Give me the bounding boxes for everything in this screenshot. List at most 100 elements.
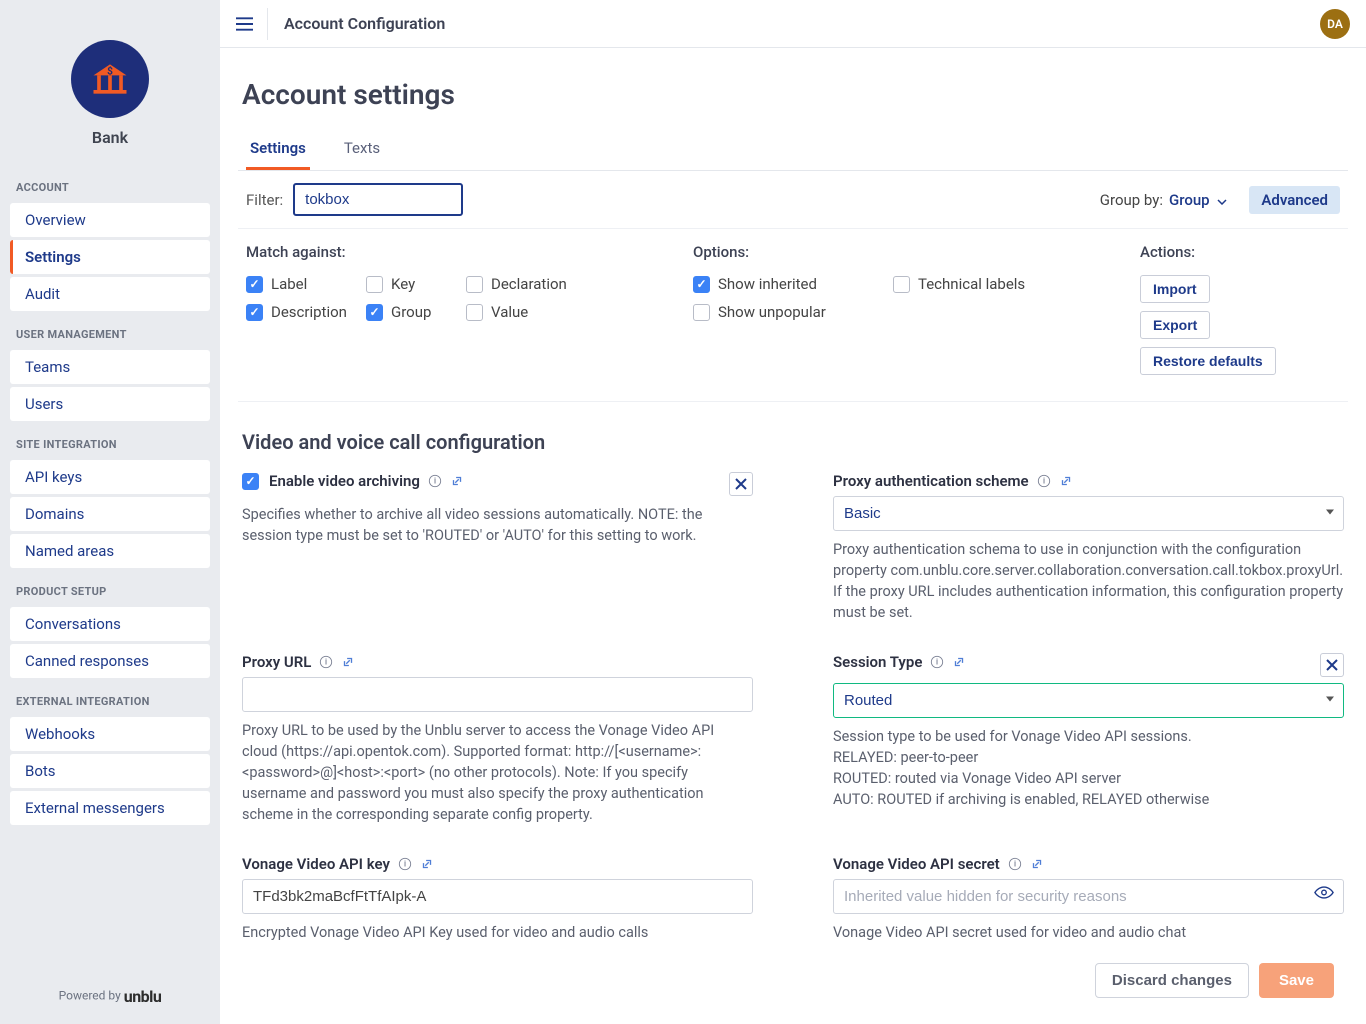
nav-group-productsetup: PRODUCT SETUP: [0, 571, 220, 604]
cb-label[interactable]: Label: [246, 275, 366, 293]
clear-button[interactable]: [729, 472, 753, 496]
options-heading: Options:: [693, 243, 1140, 261]
api-secret-input[interactable]: [833, 879, 1344, 914]
sidebar-item-conversations[interactable]: Conversations: [10, 607, 210, 641]
sidebar-item-bots[interactable]: Bots: [10, 754, 210, 788]
unblu-logo: unblu: [124, 987, 162, 1006]
sidebar-item-overview[interactable]: Overview: [10, 203, 210, 237]
setting-desc: Encrypted Vonage Video API Key used for …: [242, 922, 753, 943]
page-title: Account settings: [242, 78, 1348, 111]
save-button[interactable]: Save: [1259, 963, 1334, 998]
checkbox-icon[interactable]: [242, 473, 259, 490]
setting-label: Vonage Video API secret: [833, 855, 1000, 873]
menu-toggle[interactable]: [236, 8, 268, 40]
sidebar-item-audit[interactable]: Audit: [10, 277, 210, 311]
setting-proxy-url: Proxy URL i Proxy URL to be used by the …: [242, 653, 753, 825]
setting-label: Session Type: [833, 653, 922, 671]
settings-grid: Enable video archiving i Specifies wheth…: [238, 472, 1348, 943]
actions-heading: Actions:: [1140, 243, 1340, 261]
link-icon[interactable]: [1059, 474, 1073, 488]
tab-settings[interactable]: Settings: [246, 129, 310, 170]
tab-texts[interactable]: Texts: [340, 129, 384, 170]
svg-text:i: i: [936, 658, 938, 667]
cb-declaration[interactable]: Declaration: [466, 275, 606, 293]
checkbox-icon: [246, 276, 263, 293]
sidebar-item-domains[interactable]: Domains: [10, 497, 210, 531]
link-icon[interactable]: [1030, 857, 1044, 871]
sidebar-footer: Powered by unblu: [0, 973, 220, 1024]
link-icon[interactable]: [341, 655, 355, 669]
match-heading: Match against:: [246, 243, 693, 261]
filter-label: Filter:: [246, 191, 283, 209]
svg-text:i: i: [434, 477, 436, 486]
sidebar-item-namedareas[interactable]: Named areas: [10, 534, 210, 568]
nav-group-usermgmt: USER MANAGEMENT: [0, 314, 220, 347]
cb-technical-labels[interactable]: Technical labels: [893, 275, 1093, 293]
sidebar-item-canned[interactable]: Canned responses: [10, 644, 210, 678]
setting-desc: Proxy authentication schema to use in co…: [833, 539, 1344, 623]
reveal-button[interactable]: [1312, 883, 1336, 904]
cb-key[interactable]: Key: [366, 275, 466, 293]
setting-desc: Proxy URL to be used by the Unblu server…: [242, 720, 753, 825]
sidebar-item-webhooks[interactable]: Webhooks: [10, 717, 210, 751]
info-icon[interactable]: i: [428, 474, 442, 488]
info-icon[interactable]: i: [319, 655, 333, 669]
export-button[interactable]: Export: [1140, 311, 1210, 339]
svg-text:i: i: [404, 860, 406, 869]
discard-button[interactable]: Discard changes: [1095, 963, 1249, 998]
proxy-auth-select[interactable]: Basic: [833, 496, 1344, 531]
setting-archiving: Enable video archiving i Specifies wheth…: [242, 472, 753, 623]
nav: ACCOUNT Overview Settings Audit USER MAN…: [0, 167, 220, 828]
sidebar-item-settings[interactable]: Settings: [10, 240, 210, 274]
restore-defaults-button[interactable]: Restore defaults: [1140, 347, 1276, 375]
info-icon[interactable]: i: [1037, 474, 1051, 488]
session-type-select[interactable]: Routed: [833, 683, 1344, 718]
setting-label: Enable video archiving: [269, 472, 420, 490]
options-col: Options: Show inherited Technical labels…: [693, 243, 1140, 383]
api-key-input[interactable]: [242, 879, 753, 914]
checkbox-icon: [246, 304, 263, 321]
topbar: Account Configuration DA: [220, 0, 1366, 48]
topbar-title: Account Configuration: [284, 14, 445, 33]
clear-button[interactable]: [1320, 653, 1344, 677]
filter-input[interactable]: [293, 183, 463, 216]
groupby-label: Group by:: [1100, 191, 1163, 209]
link-icon[interactable]: [420, 857, 434, 871]
nav-group-extint: EXTERNAL INTEGRATION: [0, 681, 220, 714]
proxy-url-input[interactable]: [242, 677, 753, 712]
section-title: Video and voice call configuration: [242, 430, 1344, 454]
info-icon[interactable]: i: [398, 857, 412, 871]
actions-col: Actions: Import Export Restore defaults: [1140, 243, 1340, 383]
sidebar-item-extmsg[interactable]: External messengers: [10, 791, 210, 825]
checkbox-icon: [466, 304, 483, 321]
cb-show-inherited[interactable]: Show inherited: [693, 275, 893, 293]
svg-text:i: i: [325, 658, 327, 667]
groupby-select[interactable]: Group: [1169, 191, 1227, 209]
sidebar-item-teams[interactable]: Teams: [10, 350, 210, 384]
tabs: Settings Texts: [238, 129, 1348, 171]
import-button[interactable]: Import: [1140, 275, 1210, 303]
checkbox-icon: [366, 276, 383, 293]
sidebar-item-users[interactable]: Users: [10, 387, 210, 421]
brand-name: Bank: [0, 128, 220, 147]
setting-label: Proxy authentication scheme: [833, 472, 1029, 490]
info-icon[interactable]: i: [930, 655, 944, 669]
cb-value[interactable]: Value: [466, 303, 606, 321]
cb-description[interactable]: Description: [246, 303, 366, 321]
advanced-chip[interactable]: Advanced: [1249, 186, 1340, 214]
svg-text:i: i: [1014, 860, 1016, 869]
setting-desc: Vonage Video API secret used for video a…: [833, 922, 1344, 943]
checkbox-icon: [366, 304, 383, 321]
setting-api-key: Vonage Video API key i Encrypted Vonage …: [242, 855, 753, 943]
cb-show-unpopular[interactable]: Show unpopular: [693, 303, 893, 321]
info-icon[interactable]: i: [1008, 857, 1022, 871]
brand-block: $ Bank: [0, 20, 220, 167]
link-icon[interactable]: [952, 655, 966, 669]
sidebar-item-apikeys[interactable]: API keys: [10, 460, 210, 494]
checkbox-icon: [893, 276, 910, 293]
avatar[interactable]: DA: [1320, 9, 1350, 39]
cb-group[interactable]: Group: [366, 303, 466, 321]
checkbox-icon: [693, 276, 710, 293]
link-icon[interactable]: [450, 474, 464, 488]
sidebar: $ Bank ACCOUNT Overview Settings Audit U…: [0, 0, 220, 1024]
